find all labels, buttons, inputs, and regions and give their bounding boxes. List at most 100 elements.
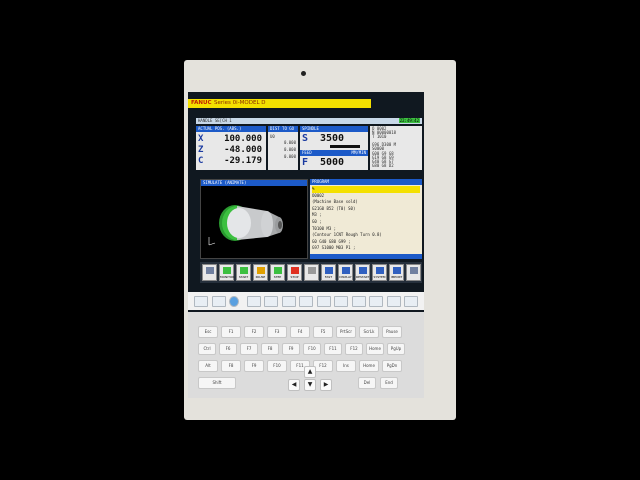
softkey-6[interactable]: STOP — [287, 264, 302, 281]
axis-z-value: -48.000 — [224, 145, 262, 155]
row3-key-7[interactable]: Ins — [336, 360, 356, 372]
program-line-8: (Contour 1CNT Rough Turn 0.8) — [312, 232, 382, 238]
tab-button-1[interactable] — [194, 296, 208, 307]
spindle-feed-panel: SPINDLE S 3500 FEED MM/MIN F 5000 — [300, 126, 368, 170]
row1-key-7[interactable]: PrtScr — [336, 326, 356, 338]
row1-key-4[interactable]: F3 — [267, 326, 287, 338]
softkey-10[interactable]: RESTART — [355, 264, 370, 281]
row2-key-2[interactable]: F6 — [219, 343, 237, 355]
settings-icon — [376, 267, 384, 274]
program-line-9: G0 G40 G80 G99 ; — [312, 238, 351, 244]
row2-key-8[interactable]: F12 — [345, 343, 363, 355]
program-line-5: M3 ; — [312, 212, 322, 218]
softkey-9[interactable]: DISPLAY — [338, 264, 353, 281]
softkey-5[interactable]: STEP — [270, 264, 285, 281]
row1-key-8[interactable]: ScrLk — [359, 326, 379, 338]
info-line-3: T 1010 — [372, 134, 387, 139]
softkey-3[interactable]: START — [236, 264, 251, 281]
brand-name: FANUC — [191, 100, 212, 106]
pause-icon — [257, 267, 265, 274]
arrow-up-icon[interactable]: ▲ — [304, 366, 316, 378]
program-panel: PROGRAM % O0002 (Machine Base sold) G21G… — [310, 179, 422, 259]
softkey-13[interactable] — [406, 264, 421, 281]
row2-key-6[interactable]: F10 — [303, 343, 321, 355]
arrow-right-icon — [410, 267, 418, 274]
row3-key-4[interactable]: F10 — [267, 360, 287, 372]
axis-z-label: Z — [198, 145, 204, 155]
restart-icon — [359, 267, 367, 274]
tab-button-2[interactable] — [211, 296, 226, 307]
tab-button-5[interactable] — [264, 296, 278, 307]
softkey-label: STOP — [290, 275, 299, 279]
row2-key-7[interactable]: F11 — [324, 343, 342, 355]
row3-key-8[interactable]: Home — [359, 360, 379, 372]
program-line-6: G0 ; — [312, 218, 322, 224]
spindle-value: 3500 — [320, 133, 345, 144]
feed-header-label: FEED — [302, 150, 312, 155]
row4-key-3[interactable]: End — [380, 377, 398, 389]
softkey-4[interactable]: PAUSE — [253, 264, 268, 281]
row3-key-9[interactable]: PgDn — [382, 360, 402, 372]
tab-button-13[interactable] — [404, 296, 418, 307]
softkey-label: START — [238, 275, 249, 279]
tab-button-9[interactable] — [334, 296, 348, 307]
row1-key-2[interactable]: F1 — [221, 326, 241, 338]
feed-label: F — [302, 157, 309, 168]
row4-key-2[interactable]: Del — [358, 377, 376, 389]
softkey-label: IMPORT — [390, 275, 403, 279]
tab-button-7[interactable] — [299, 296, 313, 307]
tab-button-10[interactable] — [351, 296, 366, 307]
row2-key-4[interactable]: F8 — [261, 343, 279, 355]
row2-key-3[interactable]: F7 — [240, 343, 258, 355]
simulate-panel: SIMULATE (ANIMATE) — [200, 179, 308, 259]
row2-key-9[interactable]: Home — [366, 343, 384, 355]
tab-button-12[interactable] — [386, 296, 401, 307]
blank-icon — [308, 267, 316, 274]
arrow-down-icon[interactable]: ▼ — [304, 379, 316, 391]
softkey-8[interactable]: FAST — [321, 264, 336, 281]
row2-key-5[interactable]: F9 — [282, 343, 300, 355]
row1-key-6[interactable]: F5 — [313, 326, 333, 338]
row3-key-6[interactable]: F12 — [313, 360, 333, 372]
axis-x-row: X 100.000 — [198, 134, 264, 144]
row1-key-1[interactable]: Esc — [198, 326, 218, 338]
title-bar: FANUC Series 0i-MODEL D — [188, 99, 371, 108]
row1-key-3[interactable]: F2 — [244, 326, 264, 338]
softkey-7[interactable] — [304, 264, 319, 281]
softkey-11[interactable]: SYSTEM — [372, 264, 387, 281]
row3-key-2[interactable]: F8 — [221, 360, 241, 372]
tab-button-4[interactable] — [246, 296, 261, 307]
program-footer — [310, 254, 422, 259]
program-listing[interactable]: % O0002 (Machine Base sold) G21G0 B52 (T… — [312, 186, 420, 252]
softkey-2[interactable]: MONITOR — [219, 264, 234, 281]
tab-button-6[interactable] — [281, 296, 296, 307]
row3-key-3[interactable]: F9 — [244, 360, 264, 372]
dist-line-4: 0.000 — [283, 154, 296, 159]
row2-key-1[interactable]: Ctrl — [198, 343, 216, 355]
feed-header: FEED MM/MIN — [300, 150, 368, 156]
play-icon — [240, 267, 248, 274]
tab-button-8[interactable] — [316, 296, 331, 307]
softkey-label: SYSTEM — [373, 275, 386, 279]
row3-key-1[interactable]: Alt — [198, 360, 218, 372]
feed-unit: MM/MIN — [351, 150, 366, 155]
shift-key[interactable]: Shift — [198, 377, 236, 389]
softkey-12[interactable]: IMPORT — [389, 264, 404, 281]
axis-c-row: C -29.179 — [198, 156, 264, 166]
tab-button-11[interactable] — [369, 296, 383, 307]
softkey-label: FAST — [324, 275, 333, 279]
tab-button-3[interactable] — [229, 296, 239, 307]
position-header: ACTUAL POS. (ABS.) — [196, 126, 266, 132]
info-panel: O 0002 N 00000018 T 1010 G96 D300 M S000… — [370, 126, 422, 170]
import-icon — [393, 267, 401, 274]
row1-key-5[interactable]: F4 — [290, 326, 310, 338]
simulate-header: SIMULATE (ANIMATE) — [201, 180, 307, 186]
softkey-label: DISPLAY — [339, 275, 352, 279]
row1-key-9[interactable]: Pause — [382, 326, 402, 338]
arrow-left-icon[interactable]: ◀ — [288, 379, 300, 391]
program-header: PROGRAM — [310, 179, 422, 185]
arrow-right-icon[interactable]: ▶ — [320, 379, 332, 391]
softkey-1[interactable] — [202, 264, 217, 281]
mode-label: HANDLE SE[CH 1 — [198, 118, 232, 123]
row2-key-10[interactable]: PgUp — [387, 343, 405, 355]
